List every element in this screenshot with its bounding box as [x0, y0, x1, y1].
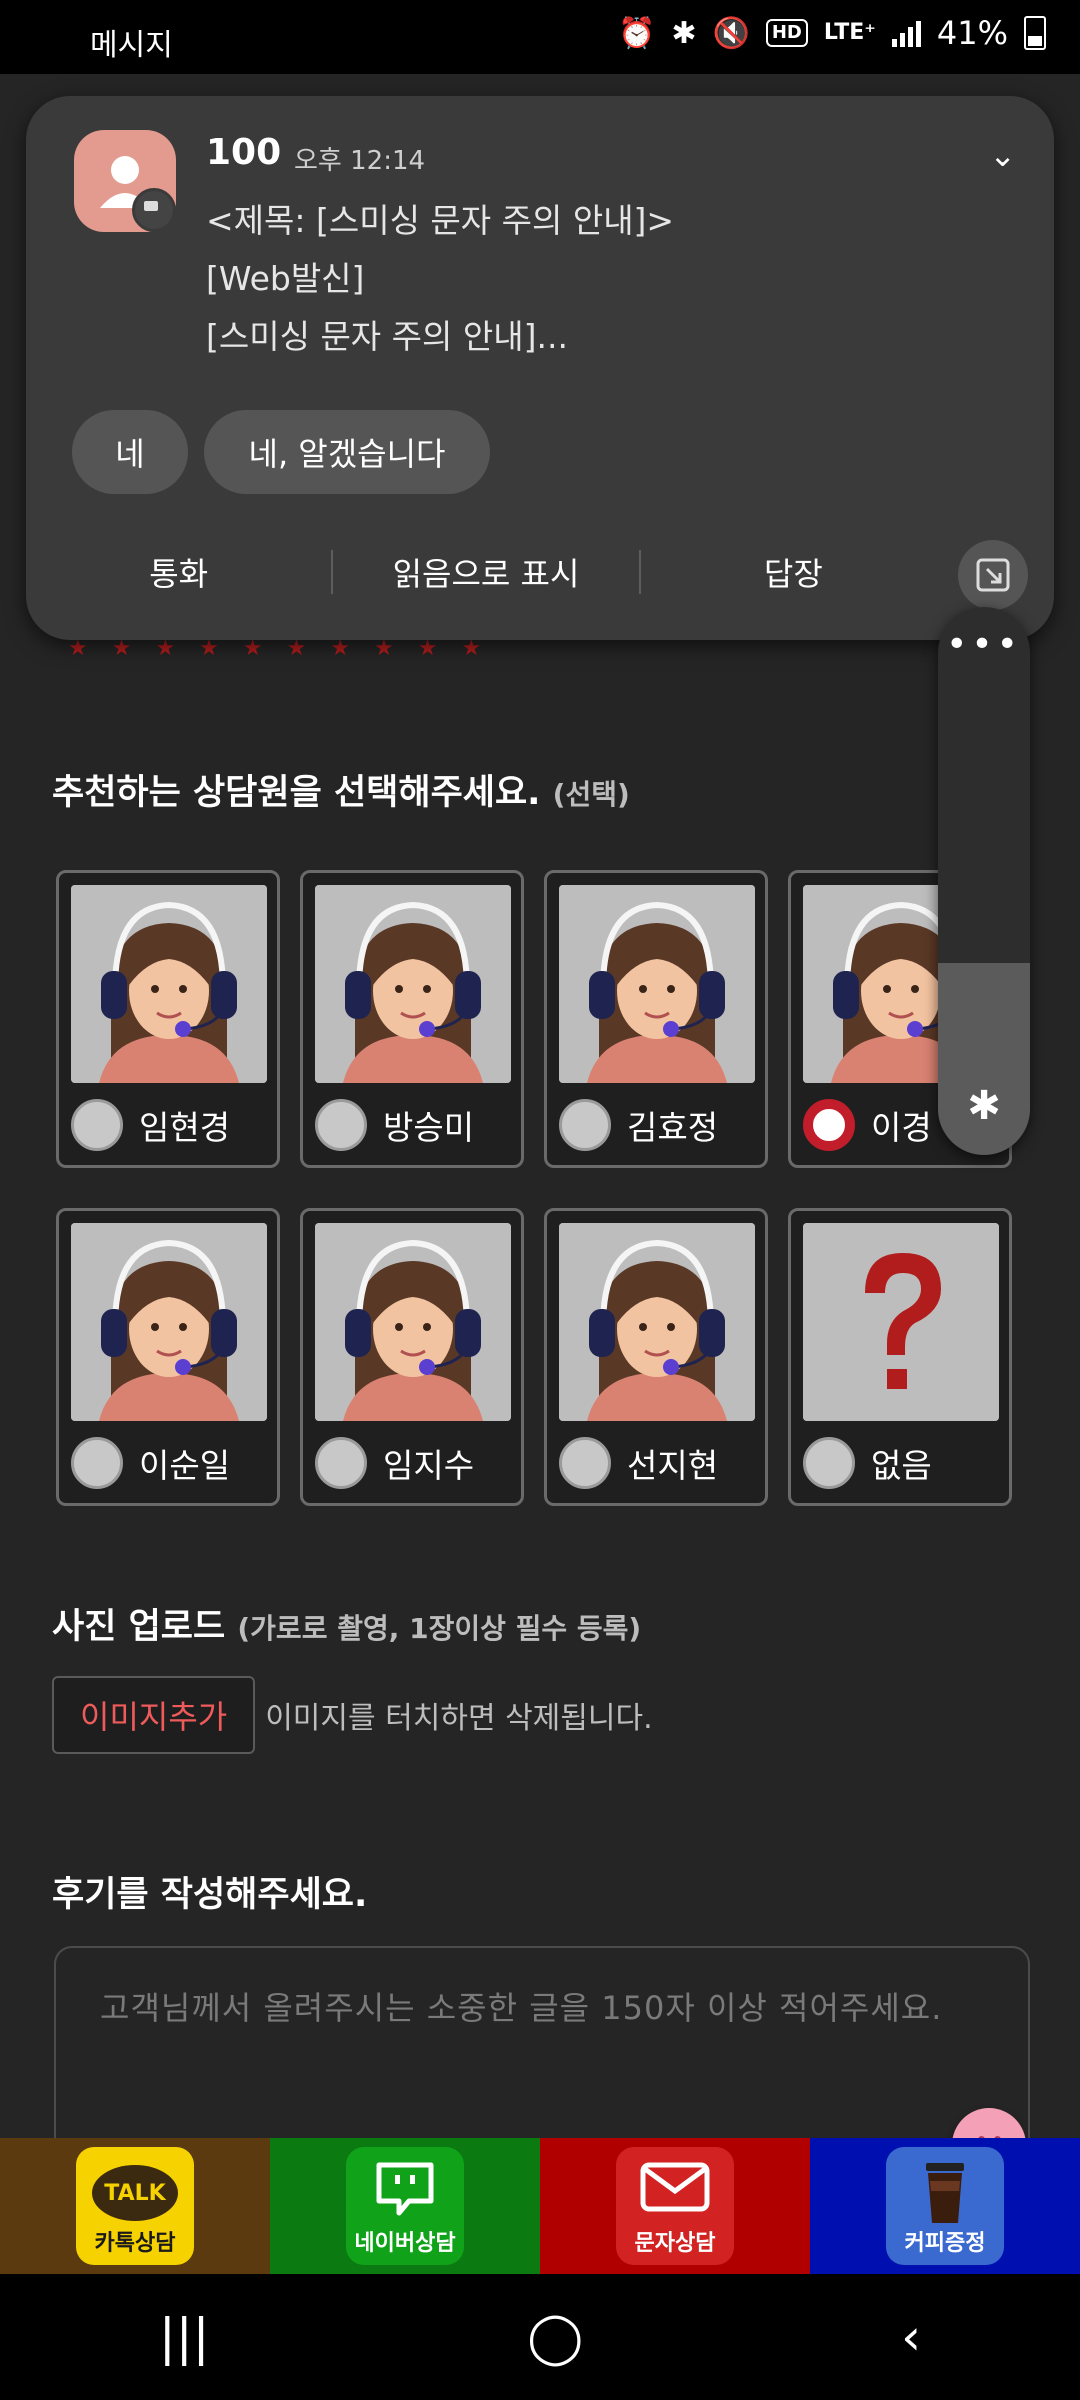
signal-icon: [891, 19, 921, 47]
kakao-tile: TALK 카톡상담: [76, 2147, 194, 2265]
mute-icon: 🔇: [712, 15, 750, 51]
counselor-radio[interactable]: [71, 1099, 123, 1151]
hd-icon: HD: [765, 19, 808, 47]
home-button[interactable]: ◯: [527, 2308, 583, 2366]
counselor-radio[interactable]: [559, 1099, 611, 1151]
counselor-avatar-image: [315, 885, 511, 1083]
kakao-label: 카톡상담: [94, 2231, 176, 2256]
question-mark-image: [803, 1223, 999, 1421]
contact-bar: TALK 카톡상담 네이버상담 문자상담 커피증정: [0, 2138, 1080, 2274]
system-nav-bar: ||| ◯ ‹: [0, 2274, 1080, 2400]
coffee-gift-button[interactable]: 커피증정: [810, 2138, 1080, 2274]
review-placeholder: 고객님께서 올려주시는 소중한 글을 150자 이상 적어주세요.: [100, 1989, 943, 2027]
sms-consult-button[interactable]: 문자상담: [540, 2138, 810, 2274]
notification-line-3: [스미싱 문자 주의 안내]...: [206, 317, 568, 356]
photo-title-text: 사진 업로드: [52, 1607, 226, 1647]
popout-icon[interactable]: [958, 540, 1028, 610]
counselor-title-sub: (선택): [552, 778, 630, 811]
back-button[interactable]: ‹: [901, 2308, 921, 2366]
recent-apps-button[interactable]: |||: [159, 2308, 210, 2366]
counselor-avatar-image: [559, 885, 755, 1083]
naver-consult-button[interactable]: 네이버상담: [270, 2138, 540, 2274]
coffee-tile: 커피증정: [886, 2147, 1004, 2265]
counselor-card[interactable]: 선지현: [544, 1208, 768, 1506]
status-icons: ⏰ ✱ 🔇 HD LTE⁺ 41%: [618, 14, 1046, 52]
sms-label: 문자상담: [634, 2231, 716, 2256]
photo-section-title: 사진 업로드 (가로로 촬영, 1장이상 필수 등록): [52, 1598, 641, 1649]
bluetooth-icon: ✱: [671, 15, 697, 51]
coffee-label: 커피증정: [904, 2231, 986, 2256]
counselor-name: 방승미: [383, 1108, 475, 1147]
counselor-radio[interactable]: [803, 1099, 855, 1151]
counselor-section-title: 추천하는 상담원을 선택해주세요. (선택): [52, 764, 630, 815]
bluetooth-volume-icon: ✱: [967, 1083, 1001, 1129]
counselor-name: 없음: [871, 1446, 932, 1485]
naver-talk-icon: [373, 2161, 437, 2221]
counselor-name: 선지현: [627, 1446, 719, 1485]
counselor-name: 임현경: [139, 1108, 231, 1147]
battery-icon: [1024, 16, 1046, 50]
counselor-card[interactable]: 임지수: [300, 1208, 524, 1506]
quick-reply-yes[interactable]: 네: [72, 410, 188, 494]
talk-icon: TALK: [92, 2165, 178, 2221]
counselor-avatar-image: [71, 885, 267, 1083]
counselor-name: 이경: [871, 1108, 932, 1147]
upload-hint: 이미지를 터치하면 삭제됩니다.: [265, 1701, 653, 1736]
counselor-name: 김효정: [627, 1108, 719, 1147]
battery-percent: 41%: [936, 14, 1008, 52]
counselor-card[interactable]: 임현경: [56, 870, 280, 1168]
counselor-card[interactable]: 방승미: [300, 870, 524, 1168]
status-bar: 메시지 ⏰ ✱ 🔇 HD LTE⁺ 41%: [0, 0, 1080, 74]
notification-time: 오후 12:14: [294, 146, 426, 176]
counselor-radio[interactable]: [71, 1437, 123, 1489]
alarm-icon: ⏰: [617, 15, 656, 51]
sms-notification[interactable]: 100 오후 12:14 ⌄ <제목: [스미싱 문자 주의 안내]> [Web…: [26, 96, 1054, 640]
counselor-avatar-image: [315, 1223, 511, 1421]
envelope-icon: [639, 2161, 711, 2217]
call-action[interactable]: 통화: [26, 549, 331, 595]
coffee-icon: [920, 2161, 970, 2229]
naver-tile: 네이버상담: [346, 2147, 464, 2265]
notification-line-2: [Web발신]: [206, 259, 365, 298]
counselor-radio[interactable]: [315, 1437, 367, 1489]
message-badge-icon: [132, 188, 176, 232]
counselor-name: 이순일: [139, 1446, 231, 1485]
notification-actions: 통화 읽음으로 표시 답장: [26, 534, 946, 610]
lte-icon: LTE⁺: [823, 20, 876, 45]
volume-panel[interactable]: ••• ✱: [938, 607, 1030, 1155]
photo-title-sub: (가로로 촬영, 1장이상 필수 등록): [237, 1612, 642, 1645]
sms-tile: 문자상담: [616, 2147, 734, 2265]
quick-reply-ok[interactable]: 네, 알겠습니다: [204, 410, 490, 494]
more-options-icon[interactable]: •••: [938, 627, 1030, 663]
counselor-card[interactable]: 김효정: [544, 870, 768, 1168]
counselor-radio[interactable]: [559, 1437, 611, 1489]
notification-line-1: <제목: [스미싱 문자 주의 안내]>: [206, 201, 675, 240]
counselor-name: 임지수: [383, 1446, 475, 1485]
chevron-down-icon[interactable]: ⌄: [989, 136, 1016, 174]
counselor-card[interactable]: 없음: [788, 1208, 1012, 1506]
kakao-consult-button[interactable]: TALK 카톡상담: [0, 2138, 270, 2274]
counselor-avatar-image: [71, 1223, 267, 1421]
counselor-grid: 임현경 방승미 김효정 이경 이순일 임지수 선지현 없음: [56, 870, 1012, 1506]
counselor-radio[interactable]: [803, 1437, 855, 1489]
status-app-label: 메시지: [90, 28, 173, 63]
counselor-avatar-image: [559, 1223, 755, 1421]
reply-action[interactable]: 답장: [641, 549, 946, 595]
review-section-title: 후기를 작성해주세요.: [52, 1875, 368, 1915]
naver-label: 네이버상담: [354, 2231, 456, 2256]
notification-sender: 100: [206, 132, 282, 173]
counselor-title-text: 추천하는 상담원을 선택해주세요.: [52, 773, 541, 813]
mark-read-action[interactable]: 읽음으로 표시: [333, 549, 638, 595]
counselor-card[interactable]: 이순일: [56, 1208, 280, 1506]
add-image-button[interactable]: 이미지추가: [52, 1676, 256, 1754]
counselor-radio[interactable]: [315, 1099, 367, 1151]
upload-row: 이미지추가 이미지를 터치하면 삭제됩니다.: [52, 1676, 653, 1754]
